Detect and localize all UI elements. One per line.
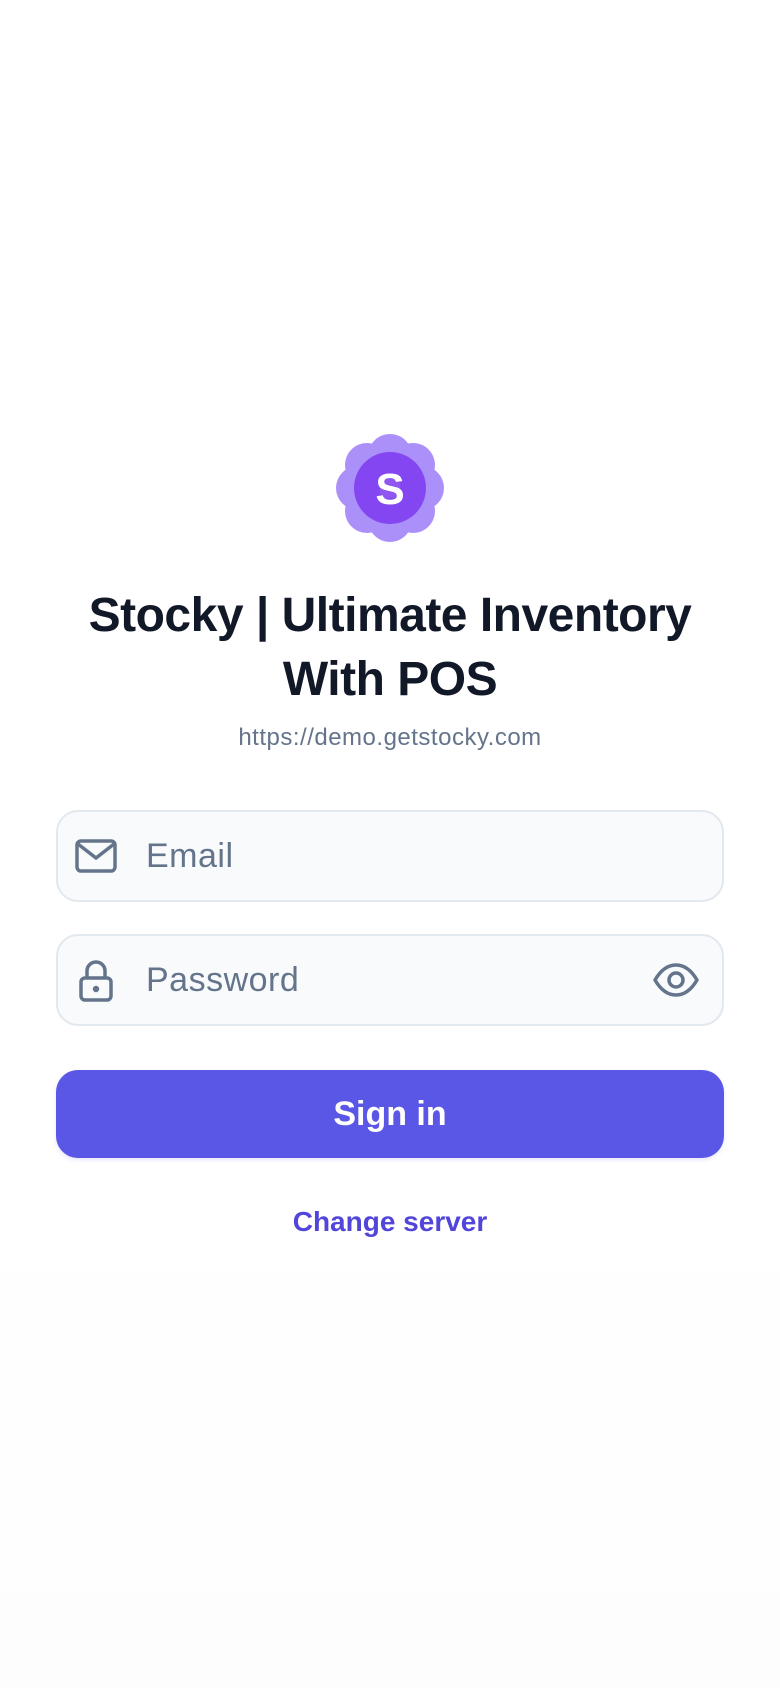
- mail-icon: [74, 834, 118, 878]
- password-field[interactable]: [56, 934, 724, 1026]
- change-server-link[interactable]: Change server: [240, 1200, 540, 1244]
- login-screen: S Stocky | Ultimate Inventory With POS h…: [0, 0, 780, 1688]
- logo-letter: S: [375, 465, 404, 514]
- sign-in-button[interactable]: Sign in: [56, 1070, 724, 1158]
- password-input[interactable]: [146, 936, 646, 1024]
- lock-icon: [74, 958, 118, 1002]
- email-field[interactable]: [56, 810, 724, 902]
- app-title: Stocky | Ultimate Inventory With POS: [88, 589, 692, 706]
- server-url: https://demo.getstocky.com: [238, 724, 542, 751]
- app-logo: S: [330, 428, 450, 548]
- app-logo-badge-icon: S: [336, 434, 444, 542]
- show-password-eye-icon[interactable]: [652, 956, 700, 1004]
- email-input[interactable]: [146, 812, 646, 900]
